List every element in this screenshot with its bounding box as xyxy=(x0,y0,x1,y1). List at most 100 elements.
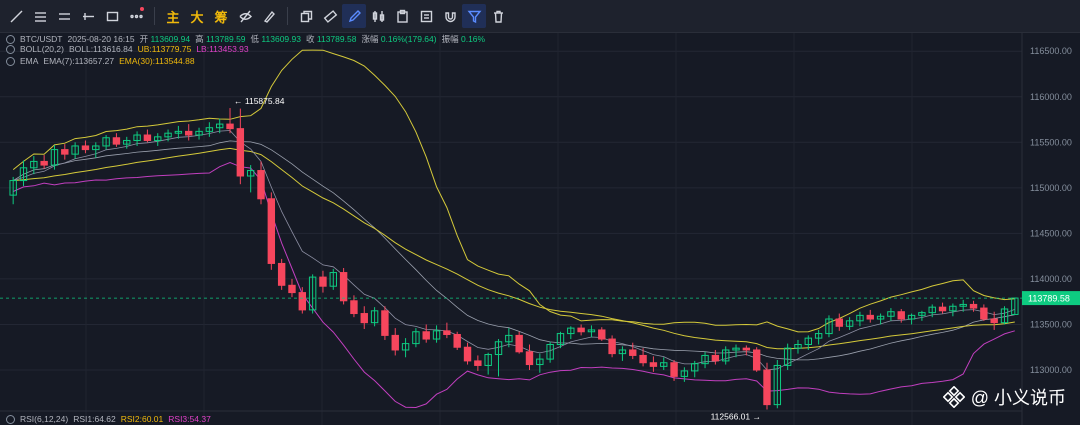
candle-button[interactable] xyxy=(366,4,390,28)
boll-settings-icon[interactable] xyxy=(6,44,15,54)
indicator-text-label: 大 xyxy=(190,9,204,25)
indicator-text-label: 主 xyxy=(166,9,180,25)
candle-body xyxy=(185,130,193,136)
rectangle-button[interactable] xyxy=(100,4,124,28)
current-price-label: 113789.58 xyxy=(1028,294,1070,304)
magnet-button[interactable] xyxy=(438,4,462,28)
candle-body xyxy=(257,170,265,200)
candle-body xyxy=(980,307,988,320)
indicator-text-label: 筹 xyxy=(214,9,228,25)
parallel-lines-icon xyxy=(58,12,70,20)
candlestick-chart[interactable]: 116500.00 116000.00 115500.00 115000.00 1145… xyxy=(0,33,1080,425)
note-icon xyxy=(420,10,432,22)
rsi2-value: RSI2:60.01 xyxy=(120,414,164,424)
ema-settings-icon[interactable] xyxy=(6,56,15,66)
magnet-icon xyxy=(444,11,456,22)
pair-label: BTC/USDT xyxy=(20,34,63,44)
parallel-lines-button[interactable] xyxy=(52,4,76,28)
boll-mid-value: BOLL:113616.84 xyxy=(68,44,133,54)
candle-body xyxy=(969,303,978,309)
candle-body xyxy=(112,137,121,145)
close-label: 收 xyxy=(305,34,315,44)
candle-body xyxy=(763,369,771,406)
ema30-value: EMA(30):113544.88 xyxy=(119,56,195,66)
candle-body xyxy=(267,198,276,264)
price-tick-label: 115500.00 xyxy=(1030,137,1072,147)
indicator-text-button-2[interactable]: 大 xyxy=(185,4,209,28)
price-tick-label: 114500.00 xyxy=(1030,228,1072,238)
trendline-button[interactable] xyxy=(4,4,28,28)
candle-body xyxy=(443,330,451,335)
candle-body xyxy=(236,128,245,177)
clipboard-button[interactable] xyxy=(390,4,414,28)
close-value: 113789.58 xyxy=(316,34,357,44)
filter-button[interactable] xyxy=(462,4,486,28)
candle-body xyxy=(577,327,585,333)
copy-button[interactable] xyxy=(294,4,318,28)
candle-body xyxy=(752,349,761,371)
candle-body xyxy=(670,362,678,377)
watermark-text: @ 小义说币 xyxy=(970,388,1066,408)
price-tick-label: 113500.00 xyxy=(1030,319,1072,329)
candle-body xyxy=(143,134,152,141)
candle-body xyxy=(608,338,616,355)
pencil-button[interactable] xyxy=(342,4,366,28)
candle-body xyxy=(277,262,286,286)
change-value: 0.16%(179.64) xyxy=(380,34,437,44)
candle-body xyxy=(598,329,606,340)
trendline-icon xyxy=(10,10,22,22)
rsi-settings-icon[interactable] xyxy=(6,414,15,424)
high-value: 113789.59 xyxy=(205,34,246,44)
candle-body xyxy=(360,313,368,324)
pencil-icon xyxy=(348,9,361,22)
boll-info-row: BOLL(20,2) BOLL:113616.84 UB:113779.75 L… xyxy=(6,44,249,54)
open-value: 113609.94 xyxy=(150,34,191,44)
candle-body xyxy=(990,318,998,324)
ema-name: EMA xyxy=(20,56,39,66)
open-label: 开 xyxy=(139,34,149,44)
rsi-name: RSI(6,12,24) xyxy=(20,414,69,424)
candle-body xyxy=(629,349,637,356)
clipboard-icon xyxy=(396,9,408,23)
candle-body xyxy=(298,292,307,311)
ema-info-row: EMA EMA(7):113657.27 EMA(30):113544.88 xyxy=(6,56,195,66)
eye-off-button[interactable] xyxy=(233,4,257,28)
more-button[interactable] xyxy=(124,4,148,28)
candle-body xyxy=(61,149,69,155)
rectangle-icon xyxy=(106,11,118,21)
amplitude-value: 0.16% xyxy=(460,34,486,44)
price-tick-label: 116500.00 xyxy=(1030,46,1072,56)
amplitude-label: 振幅 xyxy=(441,34,459,44)
boll-ub-value: UB:113779.75 xyxy=(137,44,192,54)
candle-body xyxy=(835,318,843,327)
settings-icon[interactable] xyxy=(6,34,15,44)
low-value: 113609.93 xyxy=(261,34,301,44)
candle-body xyxy=(463,346,472,362)
brush-icon xyxy=(263,10,275,23)
change-label: 涨幅 xyxy=(361,34,379,44)
note-button[interactable] xyxy=(414,4,438,28)
brush-button[interactable] xyxy=(257,4,281,28)
trash-icon xyxy=(493,10,503,23)
horizontal-lines-button[interactable] xyxy=(28,4,52,28)
boll-lb-value: LB:113453.93 xyxy=(196,44,249,54)
ema7-value: EMA(7):113657.27 xyxy=(43,56,115,66)
candle-body xyxy=(350,300,358,315)
rsi1-value: RSI1:64.62 xyxy=(73,414,116,424)
ruler-button[interactable] xyxy=(318,4,342,28)
candle-body xyxy=(391,334,399,351)
high-label: 高 xyxy=(195,34,204,44)
logo-icon xyxy=(942,386,965,408)
rsi-info-row: RSI(6,12,24) RSI1:64.62 RSI2:60.01 RSI3:… xyxy=(6,414,211,424)
watermark: @ 小义说币 xyxy=(942,384,1066,410)
boll-name: BOLL(20,2) xyxy=(20,44,64,54)
trash-button[interactable] xyxy=(486,4,510,28)
candle-body xyxy=(711,354,720,362)
cross-line-button[interactable] xyxy=(76,4,100,28)
candle-icon xyxy=(372,10,384,22)
horizontal-lines-icon xyxy=(34,11,46,22)
indicator-text-button-1[interactable]: 主 xyxy=(161,4,185,28)
ruler-icon xyxy=(323,9,337,23)
indicator-text-button-3[interactable]: 筹 xyxy=(209,4,233,28)
price-tick-label: 113000.00 xyxy=(1030,365,1072,375)
